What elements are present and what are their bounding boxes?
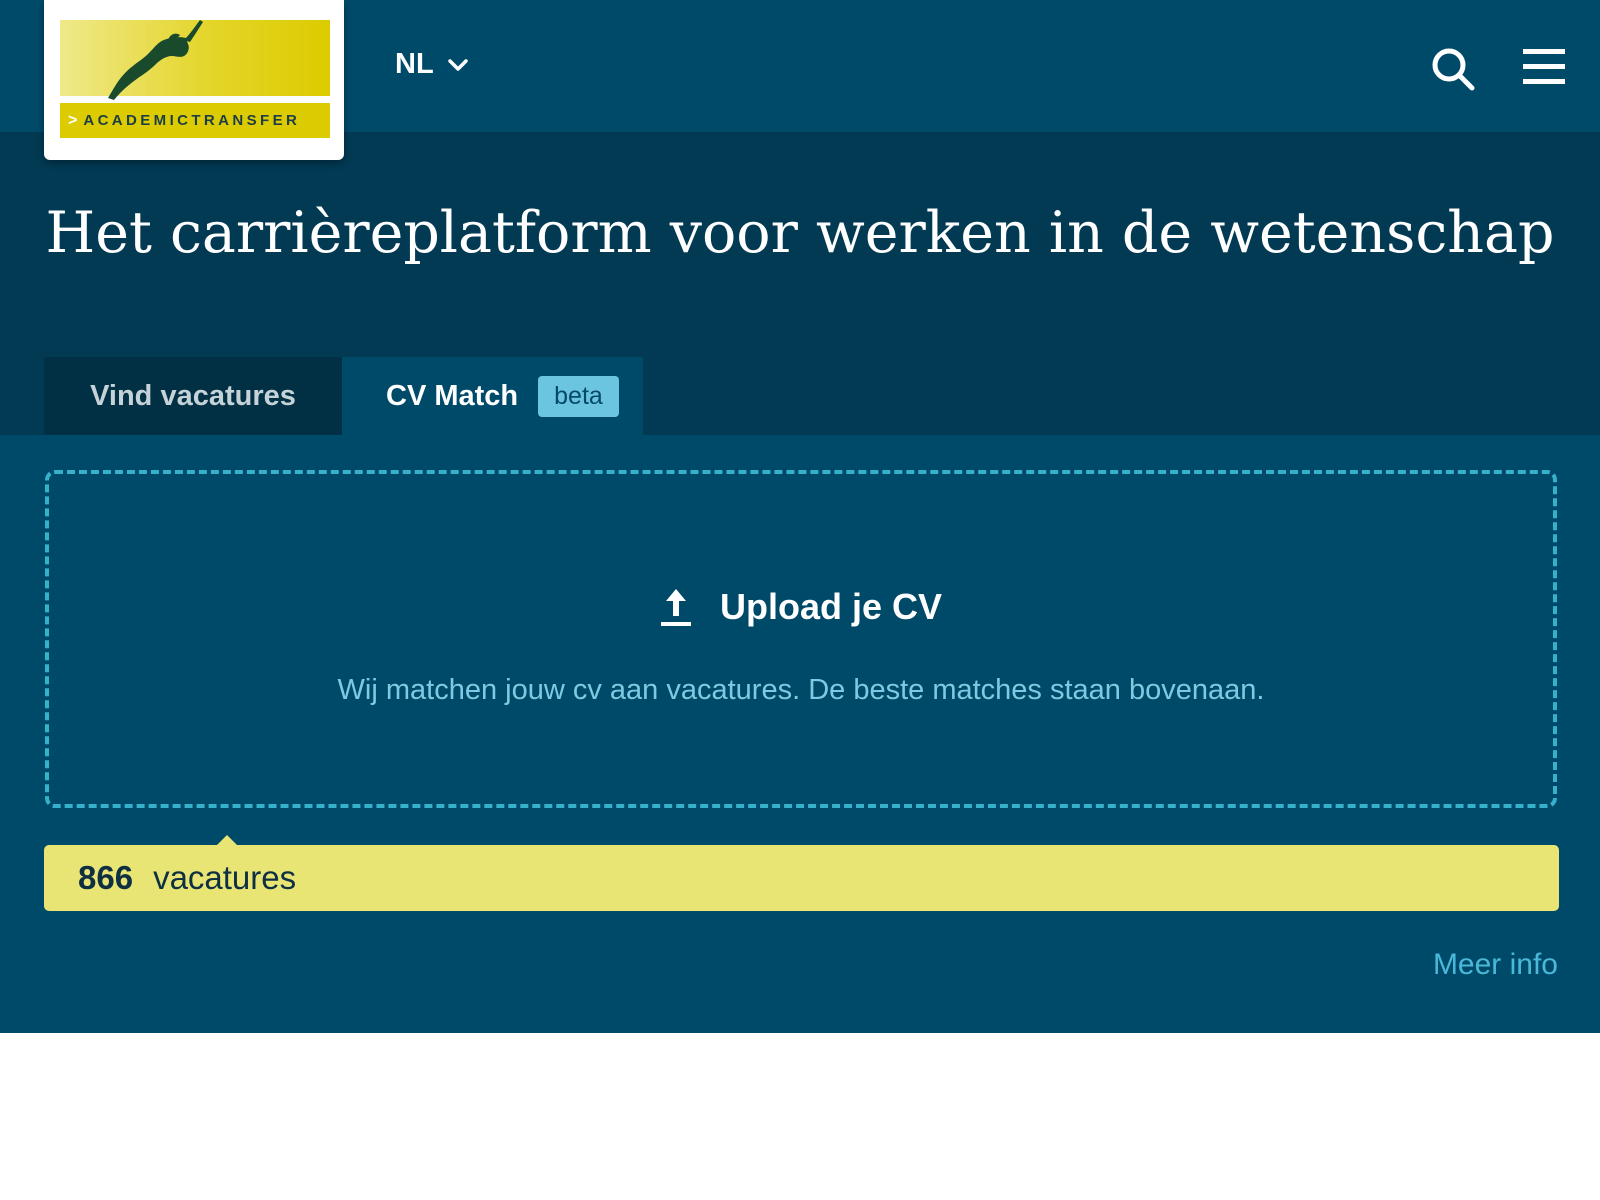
hamburger-menu-icon	[1523, 49, 1565, 84]
cv-upload-dropzone[interactable]: Upload je CV Wij matchen jouw cv aan vac…	[45, 470, 1557, 808]
tab-vind-vacatures[interactable]: Vind vacatures	[44, 357, 342, 435]
page-title: Het carrièreplatform voor werken in de w…	[45, 200, 1555, 266]
logo-arrow-icon: >	[68, 111, 78, 129]
upload-row: Upload je CV	[49, 586, 1553, 628]
site-logo[interactable]: > ACADEMICTRANSFER	[44, 0, 344, 160]
upload-cv-label: Upload je CV	[719, 586, 943, 627]
more-info-link[interactable]: Meer info	[1433, 948, 1558, 982]
logo-band: > ACADEMICTRANSFER	[60, 103, 330, 138]
search-icon	[1432, 48, 1475, 91]
logo-text: ACADEMICTRANSFER	[83, 112, 301, 129]
count-bar-notch	[216, 835, 238, 846]
menu-button[interactable]	[1523, 46, 1565, 88]
language-selector[interactable]: NL	[395, 48, 468, 81]
vacancy-count: 866	[78, 859, 134, 896]
vacancy-count-label: vacatures	[153, 859, 297, 896]
tab-label: CV Match	[386, 379, 519, 412]
chevron-down-icon	[447, 58, 468, 71]
language-label: NL	[395, 48, 434, 80]
logo-graphic	[60, 20, 330, 100]
tab-label: Vind vacatures	[90, 379, 296, 412]
beta-badge: beta	[538, 375, 619, 417]
vacancy-count-bar: 866 vacatures	[44, 835, 1559, 911]
diver-logo-icon	[108, 20, 203, 100]
search-button[interactable]	[1430, 46, 1476, 92]
tab-cv-match[interactable]: CV Match beta	[342, 357, 643, 435]
upload-description: Wij matchen jouw cv aan vacatures. De be…	[337, 674, 1265, 706]
upload-icon	[660, 589, 691, 626]
